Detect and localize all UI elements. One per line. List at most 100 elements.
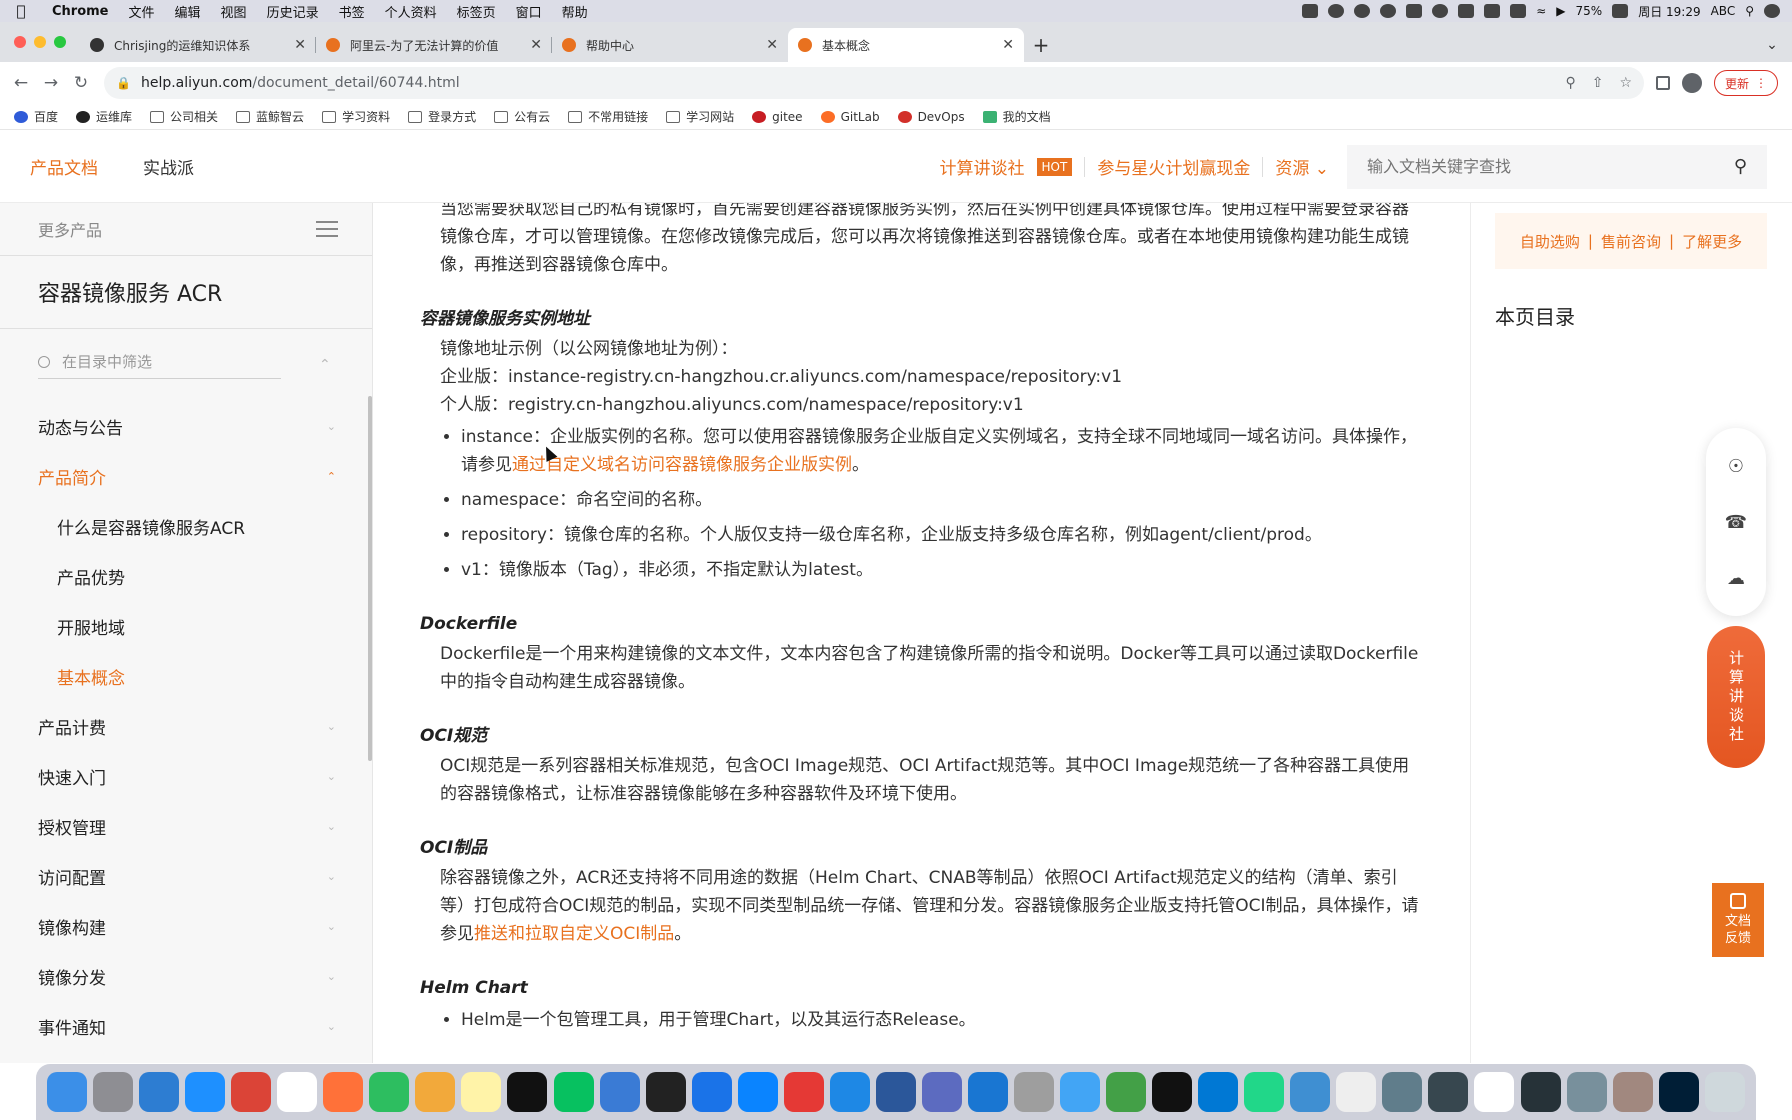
bookmark-folder-uncommon[interactable]: 不常用链接 [568, 108, 648, 125]
toc-item-announcements[interactable]: 动态与公告 ⌄ [0, 401, 372, 451]
update-button[interactable]: 更新 ⋮ [1714, 70, 1779, 96]
terminal-app-icon[interactable] [645, 1072, 686, 1112]
menu-profile[interactable]: 个人资料 [375, 2, 447, 21]
app-icon[interactable] [921, 1072, 962, 1112]
app-icon[interactable] [1014, 1072, 1054, 1112]
bookmark-ops[interactable]: 运维库 [76, 108, 132, 125]
side-panel-icon[interactable] [1656, 76, 1670, 90]
tab-search-icon[interactable]: ⌄ [1752, 28, 1792, 62]
tab-chrisjing[interactable]: Chrisjing的运维知识体系 ✕ [80, 28, 316, 62]
app-icon[interactable] [1612, 1072, 1653, 1112]
app-icon[interactable] [1060, 1072, 1101, 1112]
safari-icon[interactable] [185, 1072, 226, 1112]
input-method[interactable]: ABC [1711, 4, 1736, 18]
resources-dropdown[interactable]: 资源 ⌄ [1275, 154, 1329, 179]
photoshop-icon[interactable] [1658, 1072, 1699, 1112]
app-icon[interactable] [737, 1072, 778, 1112]
app-icon[interactable] [1336, 1072, 1377, 1112]
learn-more-link[interactable]: 了解更多 [1682, 231, 1742, 252]
toc-sub-regions[interactable]: 开服地域 [0, 601, 372, 651]
clock[interactable]: 周日 19:29 [1638, 3, 1700, 20]
wifi-icon[interactable]: ≈ [1536, 4, 1546, 18]
chrome-icon[interactable] [231, 1072, 272, 1112]
menu-view[interactable]: 视图 [211, 2, 257, 21]
bookmark-folder-study[interactable]: 学习资料 [322, 108, 390, 125]
bookmark-folder-bluking[interactable]: 蓝鲸智云 [236, 108, 304, 125]
control-center-icon[interactable] [1764, 4, 1780, 18]
bookmark-folder-cloud[interactable]: 公有云 [494, 108, 550, 125]
doc-feedback-button[interactable]: 文档反馈 [1712, 883, 1764, 957]
forward-icon[interactable]: → [36, 73, 66, 93]
wechat-tray-icon[interactable] [1328, 4, 1345, 18]
word-icon[interactable] [875, 1072, 916, 1112]
collapse-all-icon[interactable]: ⌃ [319, 357, 331, 373]
doc-search-input[interactable] [1367, 157, 1734, 176]
bookmark-star-icon[interactable]: ☆ [1619, 75, 1632, 91]
minimize-window-button[interactable] [34, 36, 46, 48]
toc-item-access[interactable]: 访问配置 ⌄ [0, 851, 372, 901]
tab-aliyun[interactable]: 阿里云-为了无法计算的价值 ✕ [316, 28, 552, 62]
menu-history[interactable]: 历史记录 [257, 2, 329, 21]
bluetooth-icon[interactable] [1510, 4, 1527, 18]
lock-icon[interactable]: 🔒 [116, 76, 131, 90]
presales-link[interactable]: 售前咨询 [1601, 231, 1661, 252]
close-tab-icon[interactable]: ✕ [530, 37, 542, 53]
bookmark-gitee[interactable]: gitee [752, 110, 803, 124]
vpn-icon[interactable] [1302, 4, 1319, 18]
bookmark-folder-sites[interactable]: 学习网站 [666, 108, 734, 125]
share-icon[interactable]: ⇧ [1592, 75, 1604, 91]
push-pull-oci-link[interactable]: 推送和拉取自定义OCI制品 [474, 924, 674, 944]
pycharm-icon[interactable] [1244, 1072, 1285, 1112]
sync-icon[interactable] [1432, 4, 1449, 18]
bookmark-folder-company[interactable]: 公司相关 [150, 108, 218, 125]
toc-sub-basic-concepts[interactable]: 基本概念 [0, 651, 372, 701]
wechat-icon[interactable] [553, 1072, 594, 1112]
address-bar[interactable]: 🔒 help.aliyun.com /document_detail/60744… [104, 67, 1644, 99]
search-icon[interactable]: ⚲ [1734, 156, 1747, 177]
activity-monitor-icon[interactable] [1520, 1072, 1561, 1112]
toc-sub-advantages[interactable]: 产品优势 [0, 551, 372, 601]
menu-window[interactable]: 窗口 [506, 2, 552, 21]
battery-level[interactable]: 75% [1576, 4, 1603, 18]
toc-filter-box[interactable]: 在目录中筛选 [38, 351, 281, 379]
new-tab-button[interactable]: + [1024, 28, 1058, 62]
close-window-button[interactable] [14, 36, 26, 48]
toc-item-build[interactable]: 镜像构建 ⌄ [0, 901, 372, 951]
app-icon[interactable] [1382, 1072, 1423, 1112]
custom-domain-link[interactable]: 通过自定义域名访问容器镜像服务企业版实例 [512, 455, 852, 475]
app-icon[interactable] [1290, 1072, 1331, 1112]
typora-icon[interactable] [277, 1072, 318, 1112]
tab-basic-concepts[interactable]: 基本概念 ✕ [788, 28, 1024, 62]
cloud-tray-icon[interactable] [1406, 4, 1423, 18]
zoom-icon[interactable]: ⚲ [1565, 75, 1575, 91]
menu-edit[interactable]: 编辑 [165, 2, 211, 21]
grid-icon[interactable] [1458, 4, 1475, 18]
bell-icon[interactable] [1380, 4, 1397, 18]
toc-item-distribution[interactable]: 镜像分发 ⌄ [0, 951, 372, 1001]
cloud-icon[interactable]: ☁ [1727, 568, 1745, 589]
profile-avatar[interactable] [1682, 73, 1702, 93]
launchpad-icon[interactable] [93, 1072, 134, 1112]
toc-item-events[interactable]: 事件通知 ⌄ [0, 1001, 372, 1051]
toc-item-auth[interactable]: 授权管理 ⌄ [0, 801, 372, 851]
finder-icon[interactable] [47, 1072, 88, 1112]
nav-practice[interactable]: 实战派 [143, 154, 194, 179]
back-icon[interactable]: ← [6, 73, 36, 93]
promo-spark-plan[interactable]: 参与星火计划赢现金 [1097, 154, 1250, 179]
menu-file[interactable]: 文件 [119, 2, 165, 21]
toc-item-quick-start[interactable]: 快速入门 ⌄ [0, 751, 372, 801]
computing-talk-button[interactable]: 计算讲谈社 [1707, 626, 1765, 768]
screen-icon[interactable] [1484, 4, 1501, 18]
chat-icon[interactable] [599, 1072, 640, 1112]
reload-icon[interactable]: ↻ [66, 73, 96, 93]
menu-help[interactable]: 帮助 [552, 2, 598, 21]
bookmark-folder-login[interactable]: 登录方式 [408, 108, 476, 125]
toc-sub-what-is-acr[interactable]: 什么是容器镜像服务ACR [0, 501, 372, 551]
app-icon[interactable] [829, 1072, 870, 1112]
bookmark-devops[interactable]: DevOps [897, 110, 965, 124]
sidebar-scrollbar[interactable] [368, 396, 372, 761]
app-icon[interactable] [967, 1072, 1008, 1112]
bookmark-baidu[interactable]: 百度 [14, 108, 58, 125]
bookmark-gitlab[interactable]: GitLab [820, 110, 880, 124]
terminal-icon[interactable] [1152, 1072, 1193, 1112]
